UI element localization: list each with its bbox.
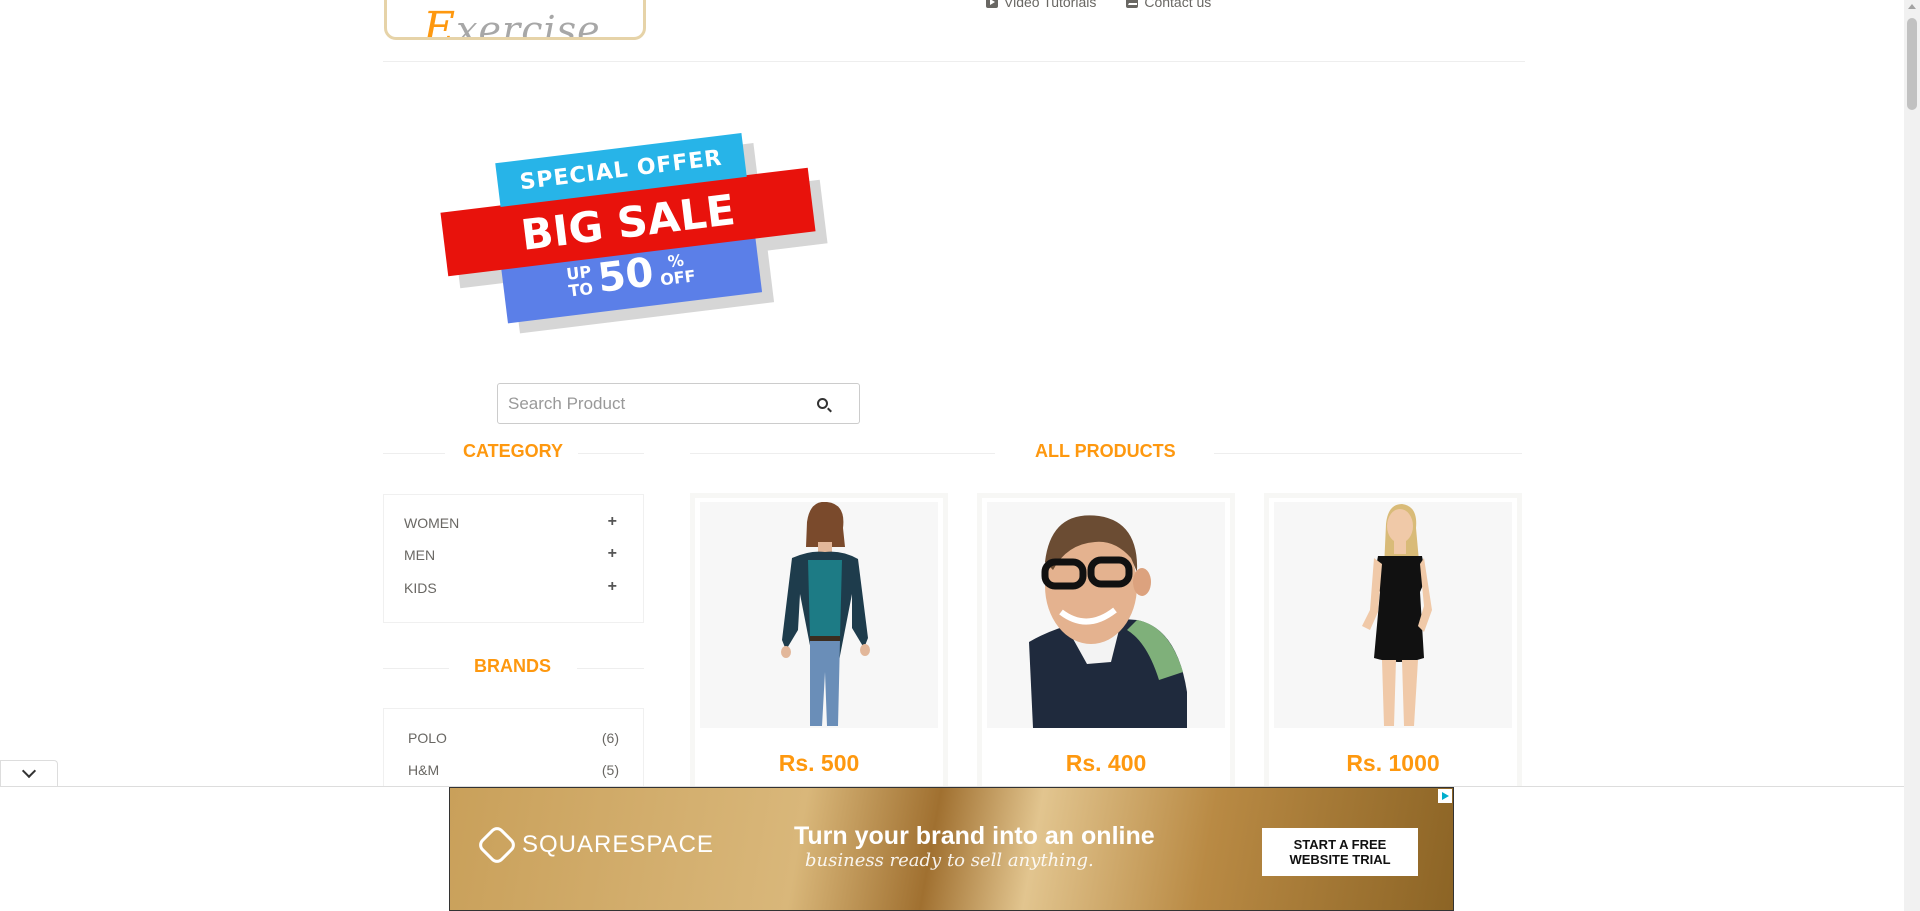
chevron-down-icon <box>21 763 37 779</box>
ad-cta-line1: START A FREE <box>1293 837 1387 852</box>
brand-count: (6) <box>601 730 619 746</box>
search-button[interactable] <box>786 383 860 424</box>
ad-choices-icon[interactable] <box>1438 789 1452 803</box>
product-price: Rs. 500 <box>778 750 860 776</box>
to-text: TO <box>567 278 595 301</box>
search-input[interactable] <box>497 383 787 424</box>
product-price: Rs. 1000 <box>1346 750 1440 776</box>
ad-subline: business ready to sell anything. <box>805 850 1094 871</box>
ad-brand-name: SQUARESPACE <box>522 831 714 858</box>
sale-banner[interactable]: UP TO 50 % OFF BIG SALE SPECIAL OFFER <box>437 133 828 334</box>
scroll-up-icon[interactable] <box>1908 4 1916 9</box>
category-item-women[interactable]: WOMEN + <box>404 514 617 532</box>
percent-off-text: % OFF <box>657 250 697 290</box>
logo-rest: xercise <box>456 8 601 40</box>
man-glasses-image <box>987 502 1225 728</box>
product-card[interactable]: Rs. 400 <box>977 493 1235 793</box>
all-products-title: ALL PRODUCTS <box>1035 441 1176 461</box>
youtube-play-icon <box>986 0 998 8</box>
title-rule <box>578 453 644 454</box>
logo-text: Exercise <box>423 3 601 40</box>
title-rule <box>1214 453 1522 454</box>
ad-banner[interactable]: SQUARESPACE Turn your brand into an onli… <box>449 787 1454 911</box>
brand-item-hm[interactable]: H&M (5) <box>408 762 619 778</box>
brand-label: H&M <box>408 762 440 778</box>
discount-value: 50 <box>595 249 657 302</box>
title-rule <box>690 453 995 454</box>
title-rule <box>577 668 644 669</box>
off-text: OFF <box>659 266 697 290</box>
nav-video-tutorials-label: Video Tutorials <box>1004 0 1097 10</box>
ad-cta-button[interactable]: START A FREE WEBSITE TRIAL <box>1262 828 1418 876</box>
category-item-men[interactable]: MEN + <box>404 546 617 564</box>
brand-item-polo[interactable]: POLO (6) <box>408 730 619 746</box>
woman-black-dress-image <box>1274 502 1512 728</box>
product-image[interactable] <box>987 502 1225 728</box>
title-rule <box>383 668 449 669</box>
brand-label: POLO <box>408 730 447 746</box>
woman-teal-top-image <box>700 501 938 728</box>
product-image[interactable] <box>1274 502 1512 728</box>
brand-count: (5) <box>601 762 619 778</box>
brands-title: BRANDS <box>474 656 552 676</box>
up-to-text: UP TO <box>565 262 595 301</box>
logo-cap: E <box>423 3 457 40</box>
ad-cta-line2: WEBSITE TRIAL <box>1289 852 1391 867</box>
title-rule <box>383 453 445 454</box>
category-label: WOMEN <box>404 515 460 531</box>
squarespace-logo-icon <box>475 823 519 867</box>
category-item-kids[interactable]: KIDS + <box>404 579 617 597</box>
site-logo[interactable]: Exercise <box>384 0 646 40</box>
product-price: Rs. 400 <box>1065 750 1147 776</box>
category-panel: WOMEN + MEN + KIDS + <box>383 494 644 623</box>
product-card[interactable]: Rs. 500 <box>690 493 948 793</box>
scroll-thumb[interactable] <box>1907 18 1917 110</box>
product-card[interactable]: Rs. 1000 <box>1264 493 1522 793</box>
plus-icon[interactable]: + <box>608 514 617 531</box>
plus-icon[interactable]: + <box>608 546 617 563</box>
nav-contact-us[interactable]: Contact us <box>1126 0 1211 10</box>
page: Exercise Video Tutorials Contact us UP TO… <box>0 0 1920 911</box>
ad-cta-label: START A FREE WEBSITE TRIAL <box>1289 837 1390 867</box>
search-icon <box>817 398 828 409</box>
scrollbar[interactable] <box>1904 0 1920 911</box>
nav-contact-us-label: Contact us <box>1144 0 1212 10</box>
ad-brand: SQUARESPACE <box>475 823 714 867</box>
brands-panel: POLO (6) H&M (5) <box>383 708 644 798</box>
category-title: CATEGORY <box>463 441 564 461</box>
search-bar <box>497 383 860 424</box>
product-image[interactable] <box>700 501 938 728</box>
envelope-icon <box>1126 0 1139 8</box>
header-divider <box>383 61 1525 62</box>
category-label: MEN <box>404 547 436 563</box>
top-nav: Video Tutorials Contact us <box>986 0 1211 10</box>
ad-collapse-toggle[interactable] <box>0 760 58 786</box>
plus-icon[interactable]: + <box>608 579 617 596</box>
category-label: KIDS <box>404 580 437 596</box>
nav-video-tutorials[interactable]: Video Tutorials <box>986 0 1096 10</box>
ad-headline: Turn your brand into an online <box>794 822 1155 850</box>
